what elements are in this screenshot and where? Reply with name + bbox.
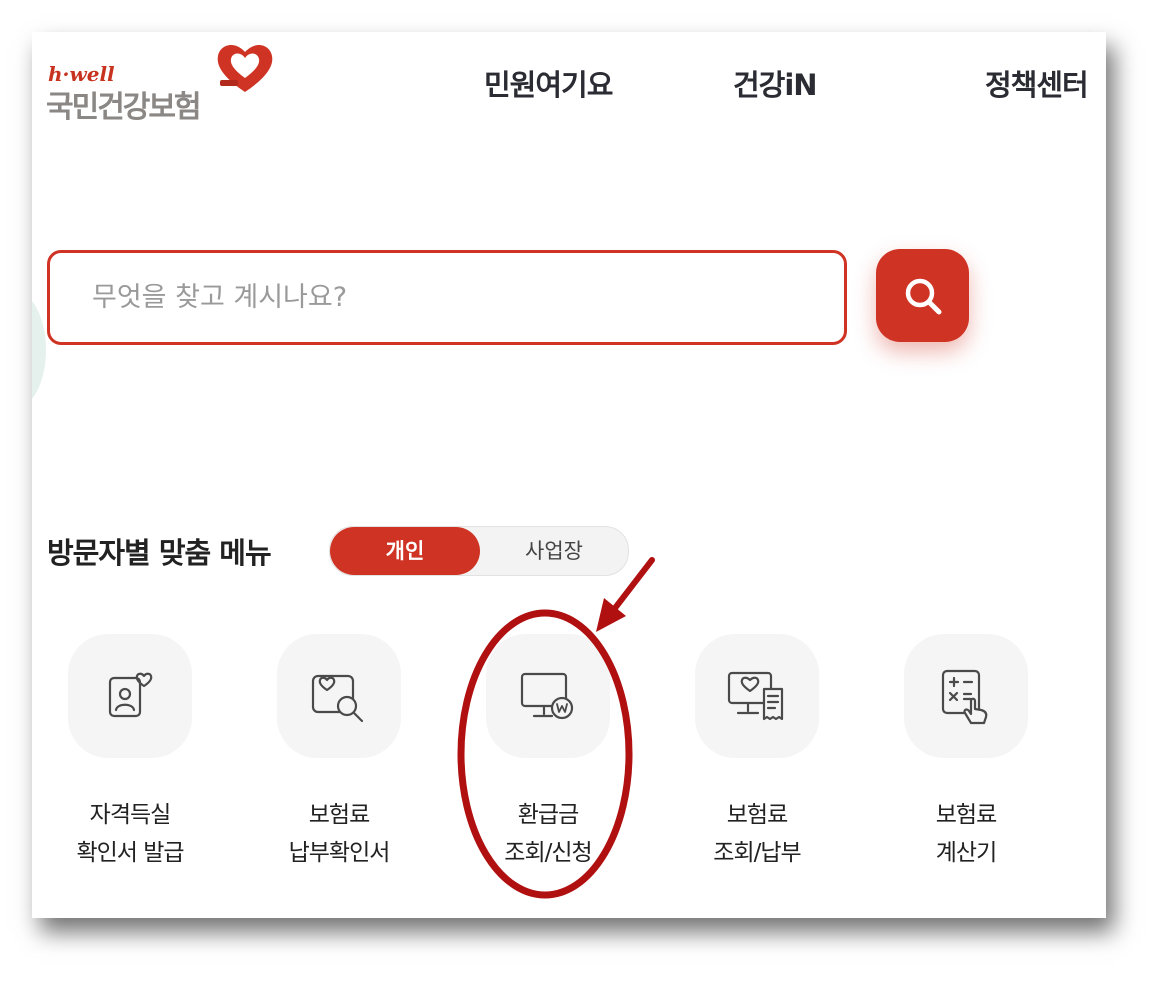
search-input[interactable] [50, 253, 844, 342]
menu-label-line1: 환급금 [517, 802, 579, 828]
nav-item-minwon[interactable]: 민원여기요 [484, 62, 613, 104]
nhis-logo[interactable]: h·well 국민건강보험 [46, 38, 282, 128]
search-icon [905, 278, 941, 314]
menu-label-line1: 보험료 [935, 802, 997, 828]
nav-item-health-in[interactable]: 건강iN [733, 62, 818, 104]
visitor-type-toggle: 개인 사업장 [329, 526, 629, 576]
menu-label-line2: 확인서 발급 [76, 840, 184, 866]
monitor-receipt-icon [727, 671, 784, 721]
menu-label-line2: 납부확인서 [288, 840, 391, 866]
nav-item-policy-center[interactable]: 정책센터 [985, 62, 1089, 104]
menu-label: 보험료 계산기 [866, 796, 1066, 872]
menu-icon-tile [277, 634, 401, 758]
visitor-menu-title: 방문자별 맞춤 메뉴 [47, 536, 272, 570]
menu-label: 보험료 납부확인서 [239, 796, 439, 872]
menu-label: 보험료 조회/납부 [657, 796, 857, 872]
search-box [47, 250, 847, 345]
menu-label: 자격득실 확인서 발급 [32, 796, 230, 872]
menu-label-line2: 조회/납부 [713, 840, 801, 866]
menu-icon-tile [904, 634, 1028, 758]
menu-icon-tile [695, 634, 819, 758]
menu-label-line1: 자격득실 [89, 802, 172, 828]
menu-icon-tile [68, 634, 192, 758]
menu-icon-tile [486, 634, 610, 758]
menu-label-line1: 보험료 [726, 802, 788, 828]
menu-item-refund-inquiry[interactable]: 환급금 조회/신청 [448, 634, 648, 872]
calculator-touch-icon [941, 669, 988, 725]
toggle-option-individual[interactable]: 개인 [330, 527, 480, 575]
menu-item-premium-payment-certificate[interactable]: 보험료 납부확인서 [239, 634, 439, 872]
menu-label-line2: 조회/신청 [504, 840, 592, 866]
menu-item-qualification-certificate[interactable]: 자격득실 확인서 발급 [32, 634, 230, 872]
heart-logo-icon [217, 45, 273, 92]
decorative-arc [32, 290, 46, 410]
search-button[interactable] [876, 249, 969, 342]
menu-item-premium-inquiry-payment[interactable]: 보험료 조회/납부 [657, 634, 857, 872]
toggle-option-business[interactable]: 사업장 [480, 527, 628, 575]
menu-item-premium-calculator[interactable]: 보험료 계산기 [866, 634, 1066, 872]
menu-label: 환급금 조회/신청 [448, 796, 648, 872]
menu-label-line2: 계산기 [935, 840, 997, 866]
browser-viewport: h·well 국민건강보험 민원여기요 건강iN 정책센터 방문자별 맞춤 메뉴… [32, 32, 1106, 918]
id-card-heart-icon [108, 672, 153, 718]
menu-label-line1: 보험료 [308, 802, 370, 828]
logo-name: 국민건강보험 [46, 90, 202, 125]
photo-search-icon [311, 674, 364, 723]
monitor-won-icon [520, 672, 574, 720]
